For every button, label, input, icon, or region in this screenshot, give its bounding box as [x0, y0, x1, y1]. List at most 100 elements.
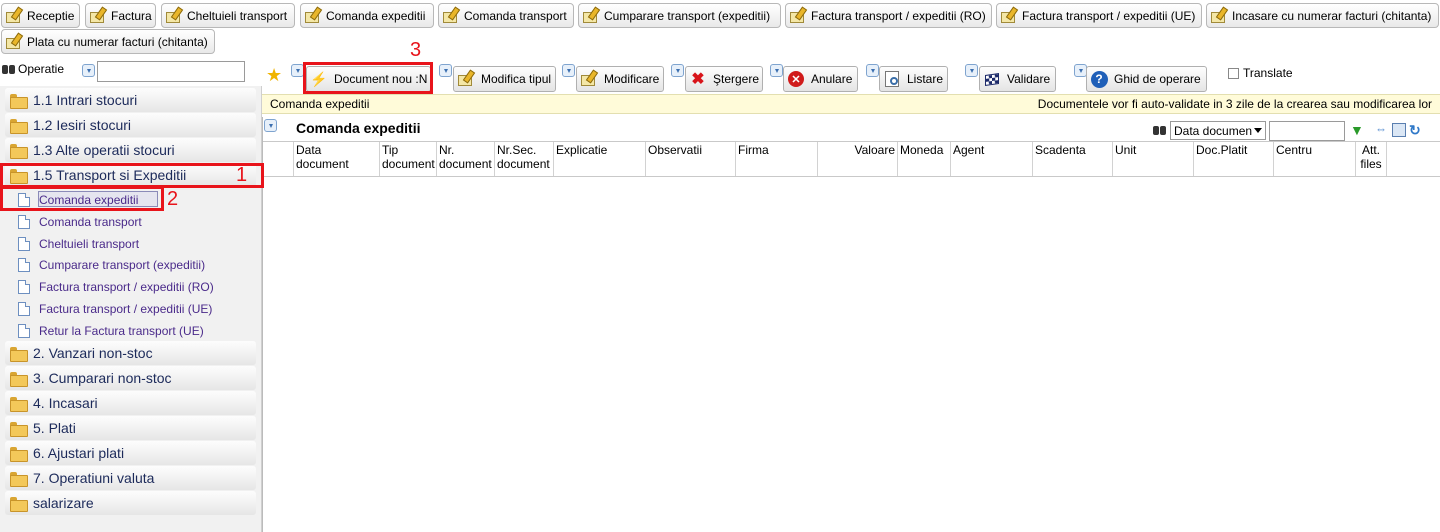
ghid-de-operare-button[interactable]: ? Ghid de operare	[1086, 66, 1207, 92]
download-icon[interactable]	[965, 64, 978, 77]
col-nr-sec-document[interactable]: Nr.Sec. document	[494, 142, 553, 176]
download-icon[interactable]	[770, 64, 783, 77]
anulare-button[interactable]: ✕ Anulare	[783, 66, 858, 92]
sidebar-group-iesiri-stocuri[interactable]: 1.2 Iesiri stocuri	[5, 113, 256, 137]
col-centru[interactable]: Centru	[1273, 142, 1355, 176]
quick-tab-receptie[interactable]: Receptie	[1, 3, 80, 28]
sidebar-group-salarizare[interactable]: salarizare	[5, 491, 256, 515]
quick-tab-incasare-numerar[interactable]: Incasare cu numerar facturi (chitanta)	[1206, 3, 1439, 28]
sidebar-item-cheltuieli-transport[interactable]: Cheltuieli transport	[18, 234, 139, 254]
download-icon[interactable]	[82, 64, 95, 77]
document-icon	[18, 215, 30, 229]
sidebar-item-retur-factura-transport[interactable]: Retur la Factura transport (UE)	[18, 321, 204, 341]
sidebar-group-operatiuni-valuta[interactable]: 7. Operatiuni valuta	[5, 466, 256, 490]
quick-tab-cheltuieli-transport[interactable]: Cheltuieli transport	[161, 3, 295, 28]
modificare-button[interactable]: Modificare	[576, 66, 664, 92]
download-icon[interactable]	[866, 64, 879, 77]
quick-tab-factura[interactable]: Factura	[85, 3, 156, 28]
print-preview-icon	[883, 70, 901, 88]
operatie-bar: Operatie	[0, 60, 262, 86]
copy-icon[interactable]	[1392, 123, 1406, 137]
grid-header: Data document Tip document Nr. document Nr.…	[263, 141, 1440, 177]
edit-document-icon	[1210, 7, 1228, 25]
col-explicatie[interactable]: Explicatie	[553, 142, 645, 176]
panel-tools: Data documen ▼ ⇔ ↻	[1153, 119, 1440, 141]
annotation-box-2	[0, 186, 164, 211]
chevron-down-icon	[1254, 128, 1262, 133]
sidebar-group-plati[interactable]: 5. Plati	[5, 416, 256, 440]
quick-tab-comanda-transport[interactable]: Comanda transport	[438, 3, 574, 28]
folder-icon	[10, 396, 28, 412]
col-valoare[interactable]: Valoare	[817, 142, 897, 176]
download-icon[interactable]	[562, 64, 575, 77]
quick-tab-factura-transport-ue[interactable]: Factura transport / expeditii (UE)	[996, 3, 1202, 28]
col-scadenta[interactable]: Scadenta	[1032, 142, 1112, 176]
folder-icon	[10, 346, 28, 362]
stergere-button[interactable]: ✖ Ştergere	[685, 66, 763, 92]
cancel-circle-icon: ✕	[787, 70, 805, 88]
folder-icon	[10, 371, 28, 387]
quick-tab-factura-transport-ro[interactable]: Factura transport / expeditii (RO)	[785, 3, 992, 28]
delete-x-icon: ✖	[691, 71, 705, 88]
sidebar-item-factura-transport-ro[interactable]: Factura transport / expeditii (RO)	[18, 277, 214, 297]
sidebar-group-intrari-stocuri[interactable]: 1.1 Intrari stocuri	[5, 88, 256, 112]
quick-tab-cumparare-transport[interactable]: Cumparare transport (expeditii)	[578, 3, 781, 28]
auto-validate-notice: Documentele vor fi auto-validate in 3 zi…	[1037, 97, 1432, 111]
document-icon	[18, 302, 30, 316]
download-icon[interactable]	[264, 119, 277, 132]
binoculars-icon	[2, 64, 16, 74]
folder-icon	[10, 496, 28, 512]
download-icon[interactable]	[439, 64, 452, 77]
document-icon	[18, 237, 30, 251]
operatie-search-input[interactable]	[97, 61, 245, 82]
panel-search-input[interactable]	[1269, 121, 1345, 141]
sidebar-group-cumparari-non-stoc[interactable]: 3. Cumparari non-stoc	[5, 366, 256, 390]
col-observatii[interactable]: Observatii	[645, 142, 735, 176]
edit-document-icon	[165, 7, 183, 25]
col-agent[interactable]: Agent	[950, 142, 1032, 176]
quick-tab-comanda-expeditii[interactable]: Comanda expeditii	[300, 3, 434, 28]
validare-button[interactable]: Validare	[979, 66, 1056, 92]
annotation-box-3	[303, 62, 433, 94]
refresh-icon[interactable]: ↻	[1409, 122, 1421, 139]
sidebar-group-ajustari-plati[interactable]: 6. Ajustari plati	[5, 441, 256, 465]
annotation-number-1: 1	[236, 164, 248, 186]
folder-icon	[10, 118, 28, 134]
sidebar-item-cumparare-transport[interactable]: Cumparare transport (expeditii)	[18, 255, 205, 275]
col-nr-document[interactable]: Nr. document	[436, 142, 494, 176]
col-att-files[interactable]: Att. files	[1355, 142, 1386, 176]
quick-tab-plata-numerar[interactable]: Plata cu numerar facturi (chitanta)	[1, 29, 215, 54]
expand-columns-icon[interactable]: ⇔	[1375, 122, 1387, 136]
translate-checkbox[interactable]	[1228, 67, 1239, 79]
modifica-tipul-button[interactable]: Modifica tipul	[453, 66, 556, 92]
info-doc-type: Comanda expeditii	[270, 97, 370, 111]
col-moneda[interactable]: Moneda	[897, 142, 950, 176]
operatie-label: Operatie	[18, 62, 65, 76]
col-unit[interactable]: Unit	[1112, 142, 1193, 176]
col-data-document[interactable]: Data document	[293, 142, 379, 176]
translate-toggle[interactable]: Translate	[1228, 66, 1293, 80]
document-list-panel: Comanda expeditii Data documen ▼ ⇔ ↻ Dat…	[262, 117, 1440, 532]
sort-field-select[interactable]: Data documen	[1170, 121, 1266, 140]
document-icon	[18, 258, 30, 272]
document-icon	[18, 324, 30, 338]
col-firma[interactable]: Firma	[735, 142, 817, 176]
info-bar: Comanda expeditii Documentele vor fi aut…	[262, 94, 1440, 114]
sidebar-group-vanzari-non-stoc[interactable]: 2. Vanzari non-stoc	[5, 341, 256, 365]
sidebar: 1.1 Intrari stocuri 1.2 Iesiri stocuri 1…	[0, 86, 262, 532]
folder-icon	[10, 421, 28, 437]
sidebar-item-comanda-transport[interactable]: Comanda transport	[18, 212, 142, 232]
filter-icon[interactable]: ▼	[1350, 122, 1364, 138]
col-doc-platit[interactable]: Doc.Platit	[1193, 142, 1273, 176]
listare-button[interactable]: Listare	[879, 66, 948, 92]
sidebar-group-alte-operatii-stocuri[interactable]: 1.3 Alte operatii stocuri	[5, 138, 256, 162]
annotation-box-1	[0, 163, 264, 188]
col-tip-document[interactable]: Tip document	[379, 142, 436, 176]
sidebar-group-incasari[interactable]: 4. Incasari	[5, 391, 256, 415]
sidebar-item-factura-transport-ue[interactable]: Factura transport / expeditii (UE)	[18, 299, 212, 319]
document-icon	[18, 280, 30, 294]
edit-document-icon	[304, 7, 322, 25]
favorite-star-icon[interactable]: ★	[266, 66, 284, 84]
download-icon[interactable]	[671, 64, 684, 77]
edit-document-icon	[582, 7, 600, 25]
